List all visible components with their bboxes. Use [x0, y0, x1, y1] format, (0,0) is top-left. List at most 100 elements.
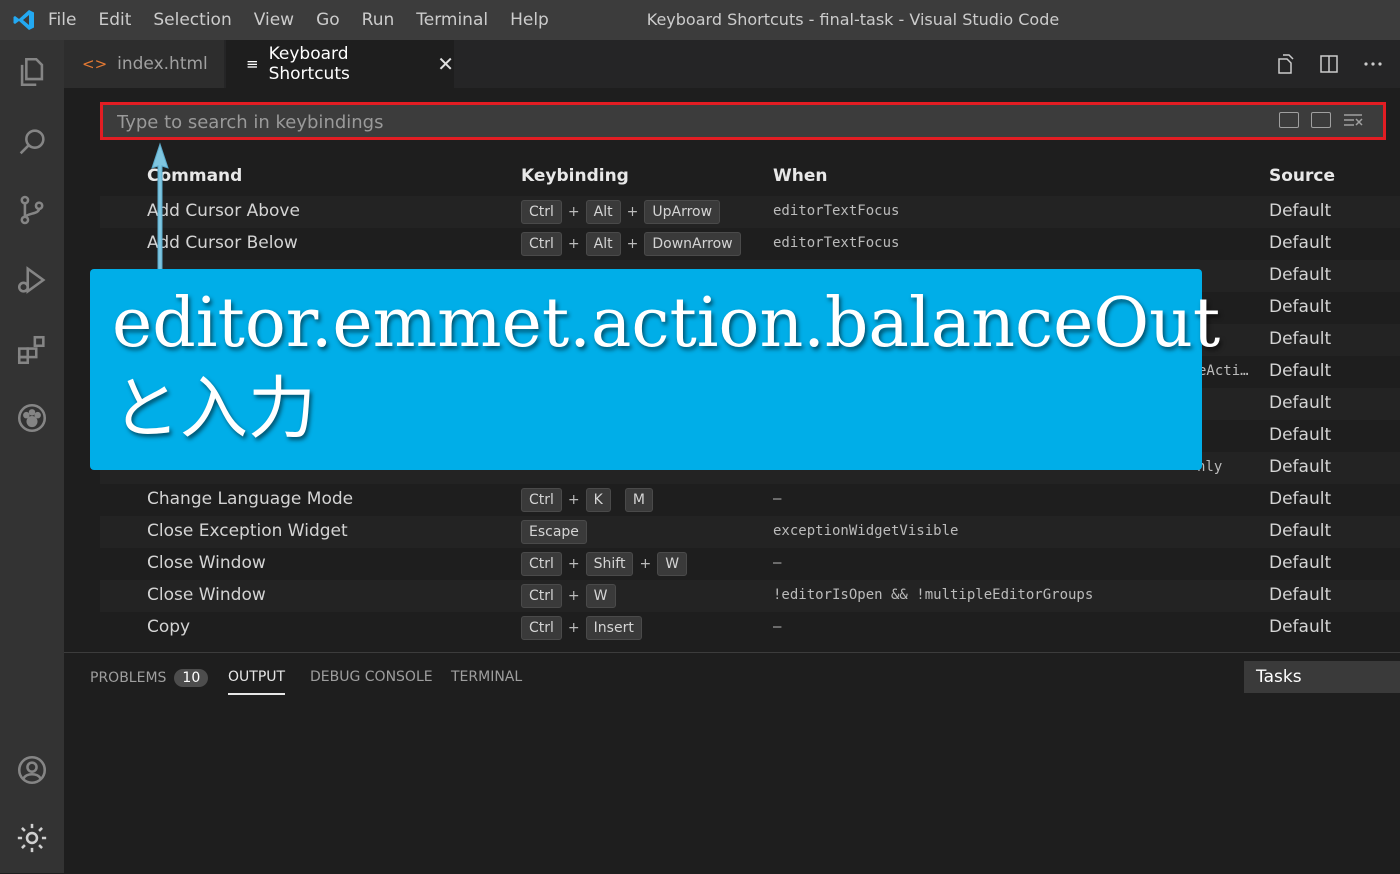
tab-debug-console[interactable]: DEBUG CONSOLE — [310, 669, 433, 685]
column-source[interactable]: Source — [1269, 166, 1335, 186]
key-plus: + — [639, 556, 652, 572]
paw-extension-icon[interactable] — [12, 398, 52, 438]
tab-index-html[interactable]: <> index.html — [64, 40, 224, 88]
key-cap: W — [657, 552, 688, 576]
tab-keyboard-shortcuts[interactable]: ≡ Keyboard Shortcuts ✕ — [226, 40, 454, 88]
open-json-icon[interactable] — [1274, 53, 1296, 75]
source-cell: Default — [1269, 553, 1332, 573]
keybinding-cell: Ctrl + Alt + DownArrow — [521, 232, 741, 256]
source-cell: Default — [1269, 297, 1332, 317]
accounts-icon[interactable] — [12, 750, 52, 790]
problems-count-badge: 10 — [174, 669, 209, 687]
tab-label: TERMINAL — [451, 669, 523, 685]
source-cell: Default — [1269, 521, 1332, 541]
html-icon: <> — [82, 55, 108, 73]
source-cell: Default — [1269, 265, 1332, 285]
key-cap: M — [624, 488, 653, 512]
search-input[interactable] — [115, 109, 1219, 135]
tab-terminal[interactable]: TERMINAL — [451, 669, 522, 685]
key-cap: Ctrl — [521, 584, 562, 608]
key-plus: + — [626, 236, 639, 252]
clear-search-icon[interactable] — [1343, 112, 1363, 128]
extensions-icon[interactable] — [12, 330, 52, 370]
tab-label: PROBLEMS — [90, 670, 167, 686]
search-icon[interactable] — [12, 122, 52, 162]
when-cell: — — [773, 619, 782, 635]
table-header: Command Keybinding When Source — [100, 160, 1400, 192]
key-plus: + — [567, 236, 580, 252]
key-cap: Ctrl — [521, 616, 562, 640]
editor-tab-bar: <> index.html ≡ Keyboard Shortcuts ✕ — [64, 40, 1400, 88]
command-cell: Change Language Mode — [147, 489, 354, 509]
command-cell: Close Window — [147, 585, 266, 605]
search-actions — [1279, 112, 1363, 128]
manage-gear-icon[interactable] — [12, 818, 52, 858]
instruction-line-2: と入力 — [112, 370, 317, 449]
annotation-arrow-icon — [151, 142, 169, 280]
table-row[interactable]: Change Language Mode Ctrl + K M — Default — [100, 484, 1400, 516]
when-cell: exceptionWidgetVisible — [773, 523, 959, 539]
source-cell: Default — [1269, 201, 1332, 221]
instruction-banner: editor.emmet.action.balanceOut と入力 — [90, 269, 1220, 470]
key-cap: Alt — [585, 232, 621, 256]
table-row[interactable]: Add Cursor Below Ctrl + Alt + DownArrow editor… — [100, 228, 1400, 260]
source-cell: Default — [1269, 489, 1332, 509]
tab-label: index.html — [117, 54, 208, 74]
explorer-icon[interactable] — [12, 52, 52, 92]
command-cell: Close Exception Widget — [147, 521, 348, 541]
key-plus: + — [567, 492, 580, 508]
key-cap: DownArrow — [644, 232, 741, 256]
table-row[interactable]: Close Window Ctrl + W !editorIsOpen && !mult… — [100, 580, 1400, 612]
keybinding-cell: Ctrl + W — [521, 584, 616, 608]
close-icon[interactable]: ✕ — [437, 52, 454, 76]
tab-output[interactable]: OUTPUT — [228, 669, 286, 695]
title-bar: File Edit Selection View Go Run Terminal… — [0, 0, 1400, 40]
when-cell: editorTextFocus — [773, 203, 900, 219]
source-cell: Default — [1269, 233, 1332, 253]
tab-problems[interactable]: PROBLEMS 10 — [90, 669, 209, 687]
keybinding-cell: Escape — [521, 520, 587, 544]
when-cell: — — [773, 491, 782, 507]
key-cap: Shift — [585, 552, 634, 576]
split-editor-icon[interactable] — [1318, 53, 1340, 75]
keybinding-cell: Ctrl + Insert — [521, 616, 642, 640]
instruction-line-1: editor.emmet.action.balanceOut — [112, 284, 1221, 363]
source-cell: Default — [1269, 361, 1332, 381]
source-cell: Default — [1269, 585, 1332, 605]
source-cell: Default — [1269, 425, 1332, 445]
keybindings-search-box — [100, 102, 1386, 140]
output-channel-select[interactable]: Tasks — [1244, 661, 1400, 693]
key-cap: Ctrl — [521, 488, 562, 512]
key-plus: + — [567, 556, 580, 572]
more-actions-icon[interactable] — [1362, 53, 1384, 75]
editor-actions — [1274, 40, 1384, 88]
table-row[interactable]: Copy Ctrl + Insert — Default — [100, 612, 1400, 644]
key-plus: + — [626, 204, 639, 220]
key-cap: K — [585, 488, 611, 512]
table-row[interactable]: Close Exception Widget Escape exceptionWid… — [100, 516, 1400, 548]
run-debug-icon[interactable] — [12, 260, 52, 300]
table-row[interactable]: Close Window Ctrl + Shift + W — Default — [100, 548, 1400, 580]
source-cell: Default — [1269, 457, 1332, 477]
key-cap: W — [585, 584, 616, 608]
keybinding-cell: Ctrl + Shift + W — [521, 552, 688, 576]
tab-label: Keyboard Shortcuts — [268, 44, 350, 84]
activity-bar — [0, 40, 64, 873]
table-row[interactable]: Add Cursor Above Ctrl + Alt + UpArrow editorTe… — [100, 196, 1400, 228]
key-plus: + — [567, 620, 580, 636]
column-keybinding[interactable]: Keybinding — [521, 166, 629, 186]
record-keys-icon[interactable] — [1279, 112, 1299, 128]
column-when[interactable]: When — [773, 166, 828, 186]
key-plus: + — [567, 588, 580, 604]
sort-by-precedence-icon[interactable] — [1311, 112, 1331, 128]
source-control-icon[interactable] — [12, 190, 52, 230]
when-cell: !editorIsOpen && !multipleEditorGroups — [773, 587, 1094, 603]
key-cap: Ctrl — [521, 232, 562, 256]
tab-label: DEBUG CONSOLE — [310, 669, 433, 685]
key-cap: Insert — [585, 616, 642, 640]
key-cap: Alt — [585, 200, 621, 224]
key-cap: Ctrl — [521, 552, 562, 576]
source-cell: Default — [1269, 617, 1332, 637]
tab-label: OUTPUT — [228, 669, 286, 685]
source-cell: Default — [1269, 329, 1332, 349]
